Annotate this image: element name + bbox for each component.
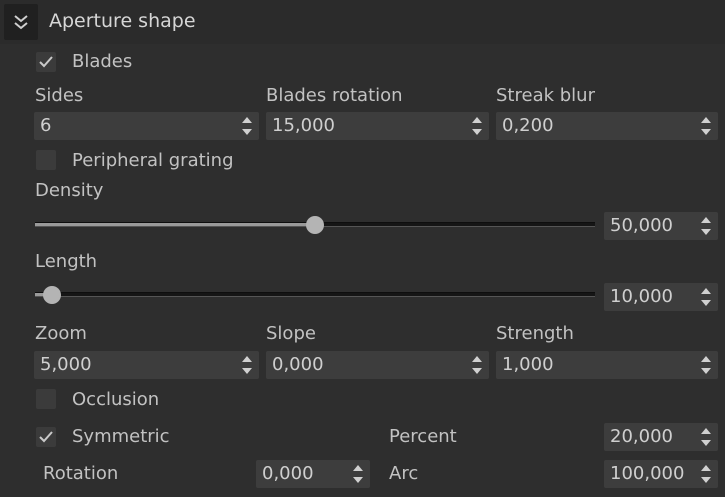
spin-arrows-icon[interactable] xyxy=(471,354,483,376)
percent-field[interactable]: 20,000 xyxy=(604,423,718,451)
blades-rotation-value: 15,000 xyxy=(272,115,335,136)
blades-checkbox[interactable] xyxy=(36,52,56,72)
occlusion-label: Occlusion xyxy=(72,389,160,410)
blades-rotation-label: Blades rotation xyxy=(266,85,403,106)
checkmark-icon xyxy=(39,431,53,443)
length-slider-handle[interactable] xyxy=(42,286,61,304)
sides-value: 6 xyxy=(40,115,52,136)
peripheral-grating-label: Peripheral grating xyxy=(72,150,234,171)
spin-arrows-icon[interactable] xyxy=(241,354,253,376)
spin-arrows-icon[interactable] xyxy=(700,115,712,137)
collapse-button[interactable] xyxy=(4,4,38,40)
arc-value: 100,000 xyxy=(610,463,685,484)
blades-rotation-field[interactable]: 15,000 xyxy=(266,112,489,140)
spin-arrows-icon[interactable] xyxy=(352,463,364,485)
section-header[interactable]: Aperture shape xyxy=(0,0,725,44)
streak-blur-value: 0,200 xyxy=(502,115,554,136)
density-field[interactable]: 50,000 xyxy=(604,212,718,240)
peripheral-grating-checkbox[interactable] xyxy=(36,150,56,170)
blades-label: Blades xyxy=(72,51,133,72)
occlusion-checkbox[interactable] xyxy=(36,389,56,409)
zoom-field[interactable]: 5,000 xyxy=(34,351,259,379)
spin-arrows-icon[interactable] xyxy=(700,426,712,448)
sides-label: Sides xyxy=(35,85,84,106)
streak-blur-field[interactable]: 0,200 xyxy=(496,112,718,140)
spin-arrows-icon[interactable] xyxy=(471,115,483,137)
rotation-value: 0,000 xyxy=(262,463,314,484)
percent-label: Percent xyxy=(389,426,457,447)
rotation-label: Rotation xyxy=(43,463,119,484)
section-title: Aperture shape xyxy=(49,10,196,32)
density-slider-handle[interactable] xyxy=(306,216,324,234)
length-label: Length xyxy=(35,251,98,272)
spin-arrows-icon[interactable] xyxy=(700,354,712,376)
symmetric-label: Symmetric xyxy=(72,426,170,447)
slope-label: Slope xyxy=(266,323,316,344)
slope-value: 0,000 xyxy=(272,354,324,375)
zoom-label: Zoom xyxy=(35,323,87,344)
length-slider[interactable] xyxy=(35,292,595,297)
percent-value: 20,000 xyxy=(610,426,673,447)
strength-field[interactable]: 1,000 xyxy=(496,351,718,379)
streak-blur-label: Streak blur xyxy=(496,85,595,106)
slope-field[interactable]: 0,000 xyxy=(266,351,489,379)
spin-arrows-icon[interactable] xyxy=(700,215,712,237)
density-slider-fill xyxy=(35,223,315,226)
sides-field[interactable]: 6 xyxy=(34,112,259,140)
arc-label: Arc xyxy=(389,463,419,484)
rotation-field[interactable]: 0,000 xyxy=(256,460,370,488)
spin-arrows-icon[interactable] xyxy=(241,115,253,137)
double-chevron-down-icon xyxy=(14,15,28,30)
zoom-value: 5,000 xyxy=(40,354,92,375)
arc-field[interactable]: 100,000 xyxy=(604,460,718,488)
density-value: 50,000 xyxy=(610,215,673,236)
symmetric-checkbox[interactable] xyxy=(36,427,56,447)
strength-label: Strength xyxy=(496,323,574,344)
spin-arrows-icon[interactable] xyxy=(700,463,712,485)
density-label: Density xyxy=(35,180,104,201)
spin-arrows-icon[interactable] xyxy=(700,286,712,308)
strength-value: 1,000 xyxy=(502,354,554,375)
length-field[interactable]: 10,000 xyxy=(604,283,718,311)
length-value: 10,000 xyxy=(610,286,673,307)
checkmark-icon xyxy=(39,56,53,68)
